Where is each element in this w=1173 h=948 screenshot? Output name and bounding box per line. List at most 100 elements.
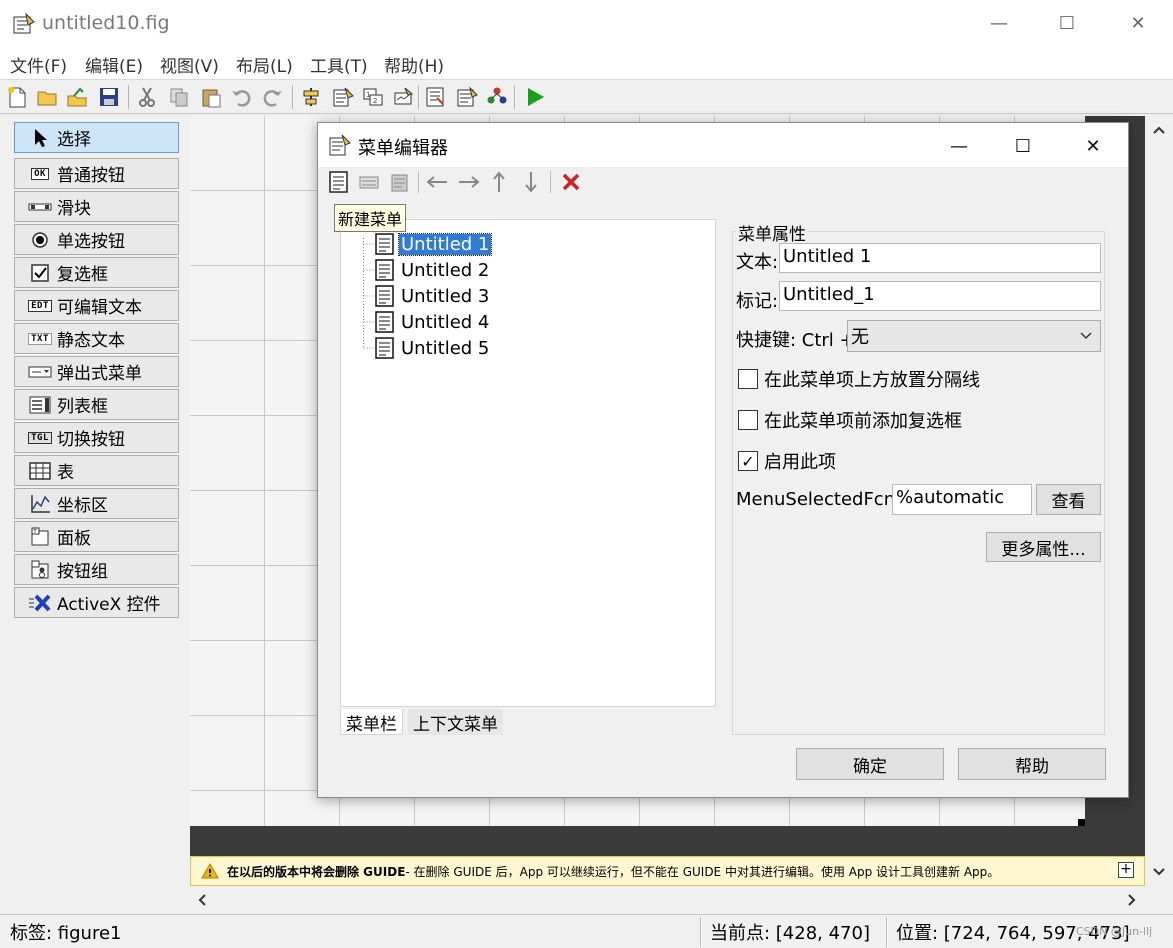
menu-editor-icon[interactable]	[330, 84, 356, 110]
enable-checkbox[interactable]: ✓ 启用此项	[738, 448, 836, 474]
dialog-close-button[interactable]: ✕	[1070, 123, 1116, 169]
palette-label: 单选按钮	[57, 232, 125, 252]
dialog-minimize-button[interactable]: —	[936, 123, 982, 169]
paste-icon[interactable]	[198, 84, 224, 110]
export-icon[interactable]	[64, 84, 90, 110]
scroll-down-icon[interactable]	[1153, 868, 1165, 876]
vertical-scrollbar[interactable]	[1145, 116, 1173, 886]
resize-handle[interactable]	[1078, 819, 1085, 826]
view-button[interactable]: 查看	[1036, 484, 1101, 515]
palette-label: 切换按钮	[57, 430, 125, 450]
close-button[interactable]: ✕	[1115, 0, 1161, 46]
callback-field[interactable]: %automatic	[892, 484, 1032, 515]
property-inspector-icon[interactable]	[454, 84, 480, 110]
move-left-icon[interactable]	[424, 169, 450, 195]
palette-label: 按钮组	[57, 562, 108, 582]
align-objects-icon[interactable]	[298, 84, 324, 110]
menu-bar: 文件(F) 编辑(E) 视图(V) 布局(L) 工具(T) 帮助(H)	[0, 46, 1173, 80]
delete-icon[interactable]	[558, 169, 584, 195]
palette-label: 可编辑文本	[57, 298, 142, 318]
menu-item-icon	[375, 285, 394, 307]
redo-icon[interactable]	[260, 84, 286, 110]
tag-label: 标记:	[736, 291, 779, 312]
menu-tree[interactable]: Untitled 1 Untitled 2 Untitled 3 Untitle…	[340, 219, 716, 707]
palette-label: 面板	[57, 529, 91, 549]
palette-radio-button[interactable]: 单选按钮	[14, 224, 179, 255]
new-menu-icon[interactable]	[326, 169, 352, 195]
tab-context-menu[interactable]: 上下文菜单	[408, 709, 503, 735]
tree-item[interactable]: Untitled 1	[375, 232, 493, 256]
menu-edit[interactable]: 编辑(E)	[85, 52, 143, 77]
cut-icon[interactable]	[134, 84, 160, 110]
palette-select[interactable]: 选择	[14, 122, 179, 153]
palette-axes[interactable]: 坐标区	[14, 488, 179, 519]
scroll-right-icon[interactable]	[1128, 894, 1136, 906]
table-icon	[27, 461, 53, 481]
menu-tools[interactable]: 工具(T)	[310, 52, 368, 77]
palette-label: 滑块	[57, 199, 91, 219]
tree-item[interactable]: Untitled 5	[375, 336, 491, 360]
checkbox-box[interactable]	[738, 410, 758, 430]
help-button[interactable]: 帮助	[958, 748, 1106, 780]
new-file-icon[interactable]	[4, 84, 30, 110]
undo-icon[interactable]	[228, 84, 254, 110]
palette-activex[interactable]: ActiveX 控件	[14, 587, 179, 618]
editor-icon[interactable]	[422, 84, 448, 110]
menu-view[interactable]: 视图(V)	[160, 52, 219, 77]
scroll-up-icon[interactable]	[1153, 126, 1165, 134]
shortcut-select[interactable]: 无	[847, 320, 1101, 352]
menu-file[interactable]: 文件(F)	[10, 52, 67, 77]
tree-item[interactable]: Untitled 2	[375, 258, 491, 282]
move-right-icon[interactable]	[456, 169, 482, 195]
tab-menubar[interactable]: 菜单栏	[340, 709, 403, 735]
palette-push-button[interactable]: OK 普通按钮	[14, 158, 179, 189]
axes-icon	[27, 494, 53, 514]
tree-item[interactable]: Untitled 4	[375, 310, 491, 334]
palette-label: 普通按钮	[57, 166, 125, 186]
copy-icon[interactable]	[166, 84, 192, 110]
tag-field[interactable]: Untitled_1	[779, 281, 1101, 311]
palette-panel[interactable]: T 面板	[14, 521, 179, 552]
expand-icon[interactable]: +	[1118, 862, 1134, 878]
dialog-maximize-button[interactable]: ☐	[1000, 123, 1046, 169]
menu-help[interactable]: 帮助(H)	[384, 52, 444, 77]
tab-order-editor-icon[interactable]: 12	[360, 84, 386, 110]
save-icon[interactable]	[96, 84, 122, 110]
palette-static-text[interactable]: TXT 静态文本	[14, 323, 179, 354]
more-properties-button[interactable]: 更多属性...	[986, 532, 1101, 562]
palette-checkbox[interactable]: 复选框	[14, 257, 179, 288]
palette-toggle-button[interactable]: TGL 切换按钮	[14, 422, 179, 453]
palette-edit-text[interactable]: EDT 可编辑文本	[14, 290, 179, 321]
palette-button-group[interactable]: 按钮组	[14, 554, 179, 585]
minimize-button[interactable]: —	[976, 0, 1022, 46]
menu-layout[interactable]: 布局(L)	[236, 52, 293, 77]
check-checkbox[interactable]: 在此菜单项前添加复选框	[738, 407, 962, 433]
window-title: untitled10.fig	[42, 12, 170, 34]
menu-item-icon	[375, 311, 394, 333]
button-group-icon	[27, 560, 53, 580]
palette-table[interactable]: 表	[14, 455, 179, 486]
ok-button[interactable]: 确定	[796, 748, 944, 780]
scroll-left-icon[interactable]	[198, 894, 206, 906]
separator-checkbox[interactable]: 在此菜单项上方放置分隔线	[738, 366, 980, 392]
palette-slider[interactable]: 滑块	[14, 191, 179, 222]
tree-item[interactable]: Untitled 3	[375, 284, 491, 308]
checkbox-box[interactable]	[738, 369, 758, 389]
move-down-icon[interactable]	[518, 169, 544, 195]
toolbar-editor-icon[interactable]	[390, 84, 416, 110]
pointer-icon	[27, 128, 53, 148]
tree-item-label: Untitled 5	[401, 337, 490, 359]
open-folder-icon[interactable]	[34, 84, 60, 110]
maximize-button[interactable]: ☐	[1044, 0, 1090, 46]
new-context-menu-icon[interactable]	[386, 169, 412, 195]
horizontal-scrollbar[interactable]	[190, 886, 1145, 914]
run-icon[interactable]	[522, 84, 548, 110]
palette-popup-menu[interactable]: 弹出式菜单	[14, 356, 179, 387]
palette-listbox[interactable]: 列表框	[14, 389, 179, 420]
move-up-icon[interactable]	[486, 169, 512, 195]
text-field[interactable]: Untitled 1	[779, 243, 1101, 273]
check-mark-icon[interactable]: ✓	[738, 451, 758, 471]
object-browser-icon[interactable]	[484, 84, 510, 110]
new-menu-item-icon[interactable]	[356, 169, 382, 195]
tree-item-label: Untitled 3	[401, 285, 490, 307]
